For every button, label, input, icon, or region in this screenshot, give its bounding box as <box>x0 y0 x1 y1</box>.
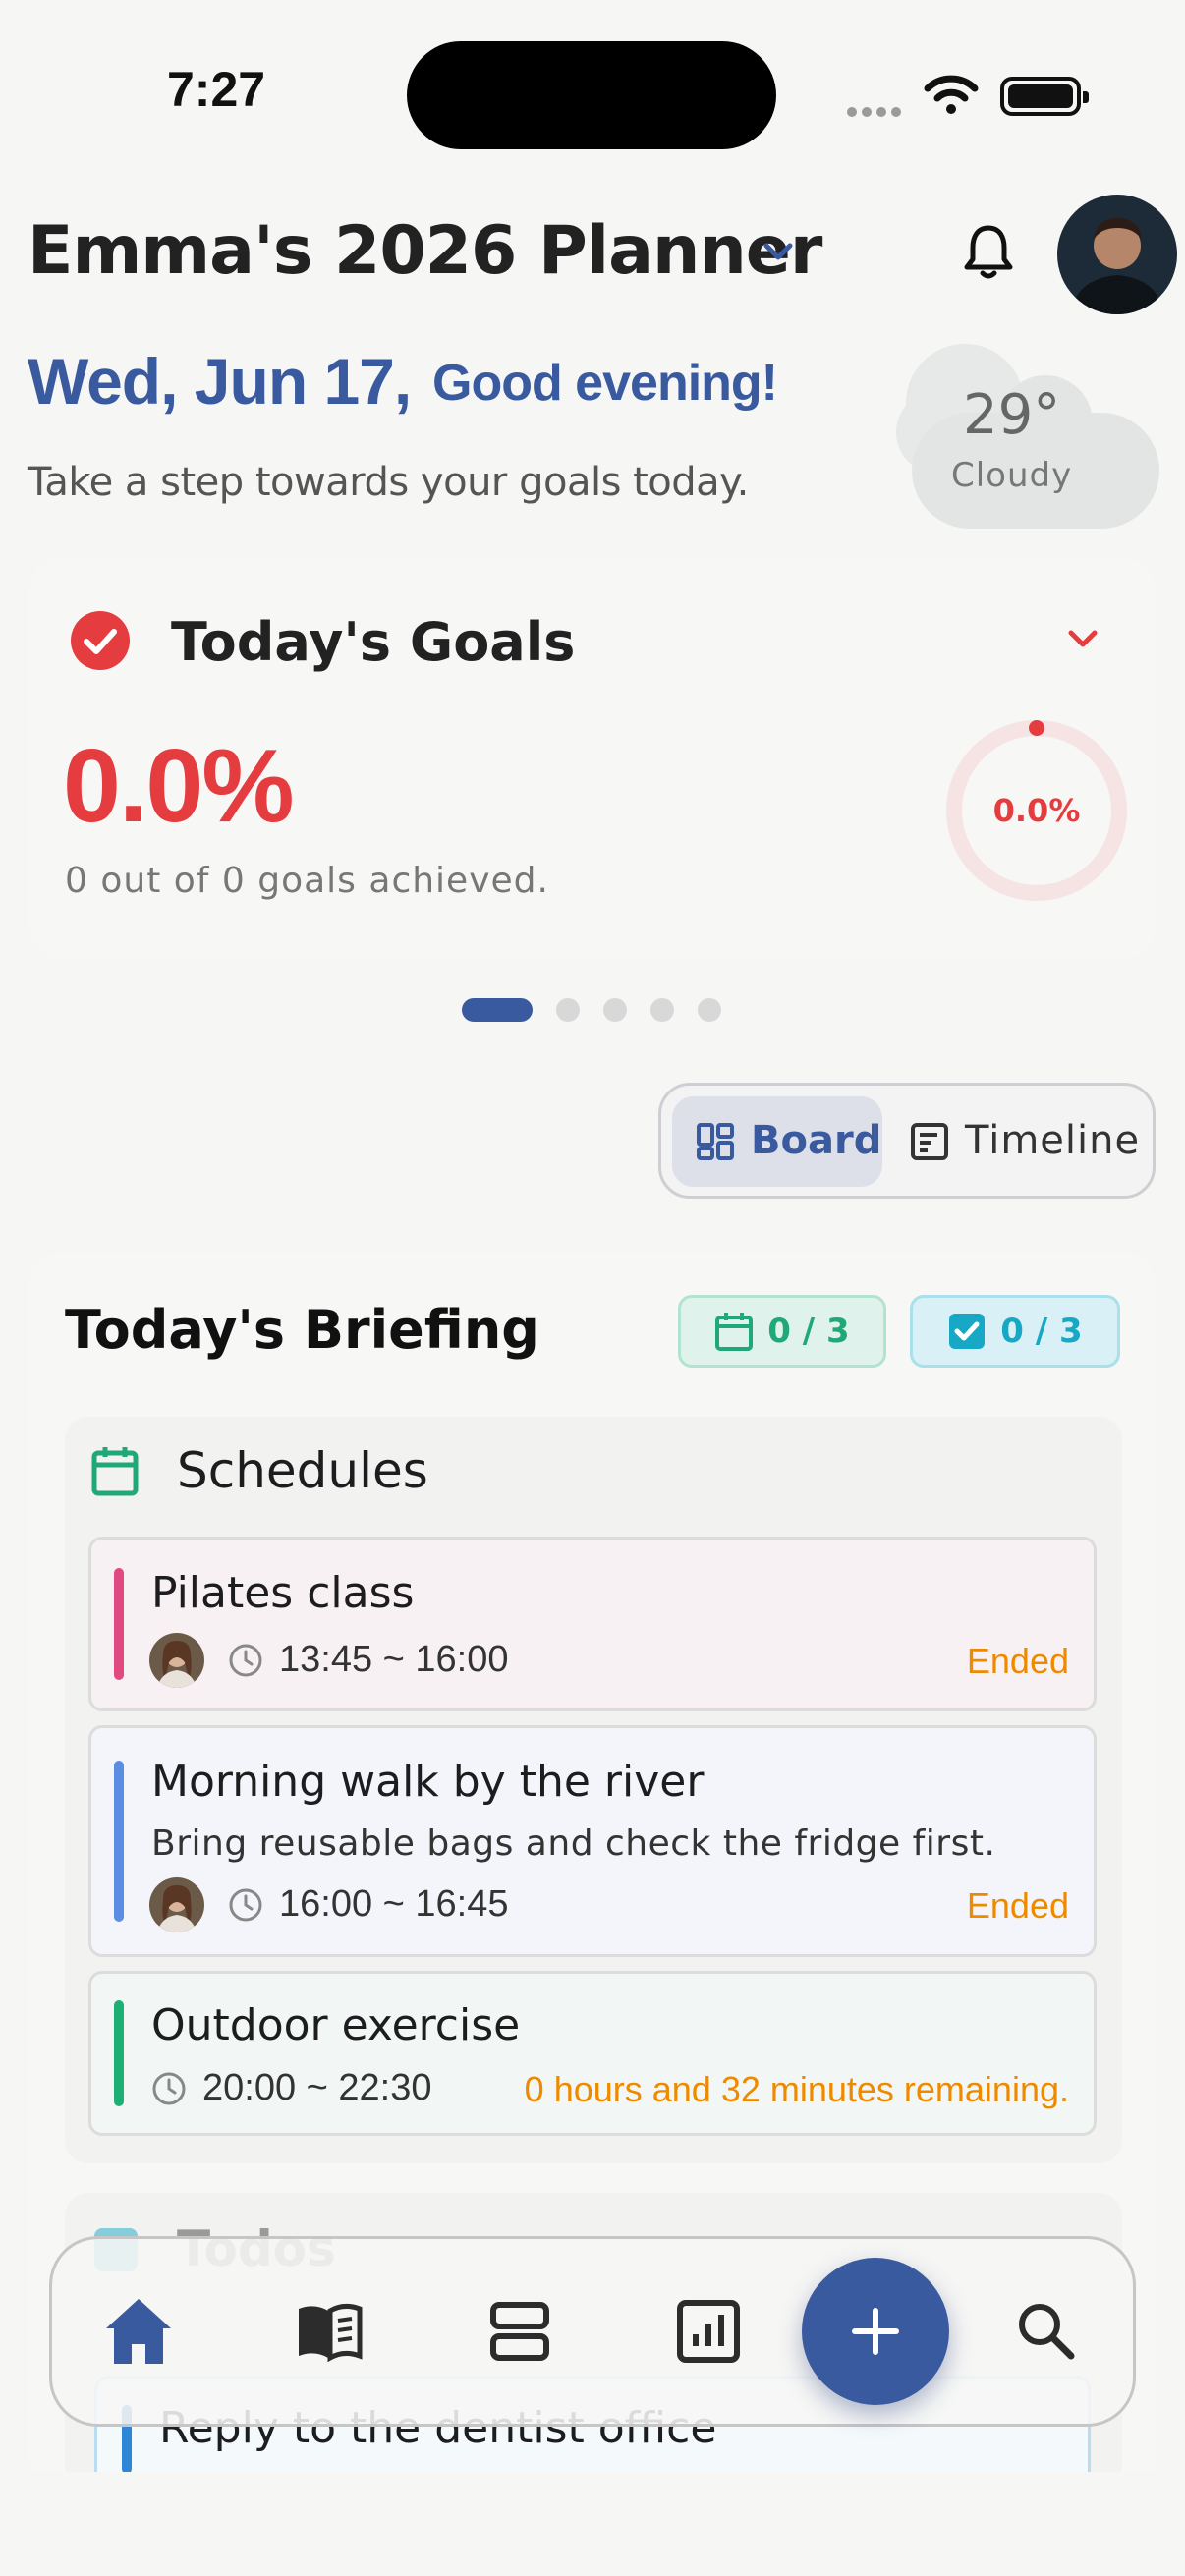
plus-icon[interactable] <box>802 2258 949 2405</box>
avatar[interactable] <box>1057 195 1177 314</box>
check-circle-icon <box>71 611 130 670</box>
current-date: Wed, Jun 17, <box>28 345 412 418</box>
weather-condition: Cloudy <box>951 456 1073 495</box>
event-status: 0 hours and 32 minutes remaining. <box>524 2069 1069 2109</box>
event-title: Outdoor exercise <box>151 2000 521 2050</box>
layers-icon[interactable] <box>483 2295 556 2368</box>
chevron-down-icon[interactable] <box>1063 625 1102 654</box>
clock-icon <box>229 1888 262 1922</box>
clock-icon <box>229 1644 262 1677</box>
schedule-item[interactable] <box>88 1537 1097 1711</box>
event-time: 16:00 ~ 16:45 <box>279 1883 509 1925</box>
search-icon[interactable] <box>1010 2295 1083 2368</box>
weather-temperature: 29° <box>963 383 1061 447</box>
event-note: Bring reusable bags and check the fridge… <box>151 1823 996 1864</box>
carousel-indicator[interactable] <box>462 996 721 1024</box>
home-icon[interactable] <box>102 2295 175 2368</box>
event-color-bar <box>114 1568 124 1680</box>
calendar-icon <box>91 1447 139 1496</box>
planner-title[interactable]: Emma's 2026 Planner <box>28 212 822 290</box>
event-time: 20:00 ~ 22:30 <box>202 2067 432 2108</box>
event-time: 13:45 ~ 16:00 <box>279 1639 509 1680</box>
chart-icon[interactable] <box>672 2295 745 2368</box>
schedule-item[interactable] <box>88 1971 1097 2136</box>
schedules-title: Schedules <box>177 1442 428 1499</box>
clock-icon <box>152 2072 186 2105</box>
cellular-signal-icon <box>847 102 908 117</box>
goals-summary: 0 out of 0 goals achieved. <box>65 861 549 901</box>
calendar-icon <box>715 1313 754 1351</box>
carousel-dot[interactable] <box>650 998 674 1022</box>
carousel-dot[interactable] <box>462 998 533 1022</box>
greeting: Good evening! <box>432 355 778 412</box>
bottom-safe-area <box>0 2472 1185 2576</box>
board-view-label[interactable]: Board <box>751 1118 881 1163</box>
goals-percent: 0.0% <box>63 728 295 844</box>
bell-icon[interactable] <box>961 222 1016 283</box>
avatar <box>149 1633 204 1688</box>
schedule-count: 0 / 3 <box>767 1312 850 1351</box>
chevron-down-icon[interactable] <box>759 238 798 267</box>
dynamic-island <box>407 41 776 149</box>
todo-count-badge[interactable]: 0 / 3 <box>910 1295 1120 1368</box>
event-color-bar <box>114 2000 124 2106</box>
motivational-subtitle: Take a step towards your goals today. <box>28 460 749 505</box>
carousel-dot[interactable] <box>698 998 721 1022</box>
goals-ring-label: 0.0% <box>992 792 1081 829</box>
event-status: Ended <box>966 1885 1069 1926</box>
event-title: Morning walk by the river <box>151 1757 705 1807</box>
avatar <box>149 1877 204 1932</box>
event-color-bar <box>114 1761 124 1922</box>
event-status: Ended <box>966 1641 1069 1681</box>
checkbox-icon <box>949 1314 986 1349</box>
board-icon <box>697 1123 734 1160</box>
book-icon[interactable] <box>293 2295 366 2368</box>
timeline-icon[interactable] <box>910 1122 949 1161</box>
status-time: 7:27 <box>167 62 266 117</box>
carousel-dot[interactable] <box>603 998 627 1022</box>
event-title: Pilates class <box>151 1568 415 1618</box>
carousel-dot[interactable] <box>556 998 580 1022</box>
bottom-nav <box>49 2236 1136 2427</box>
briefing-title: Today's Briefing <box>65 1299 539 1361</box>
goals-title: Today's Goals <box>171 611 576 673</box>
battery-icon <box>1000 77 1089 116</box>
timeline-view-label[interactable]: Timeline <box>965 1118 1140 1163</box>
todo-count: 0 / 3 <box>1000 1312 1083 1351</box>
wifi-icon <box>924 75 979 114</box>
schedule-count-badge[interactable]: 0 / 3 <box>678 1295 886 1368</box>
